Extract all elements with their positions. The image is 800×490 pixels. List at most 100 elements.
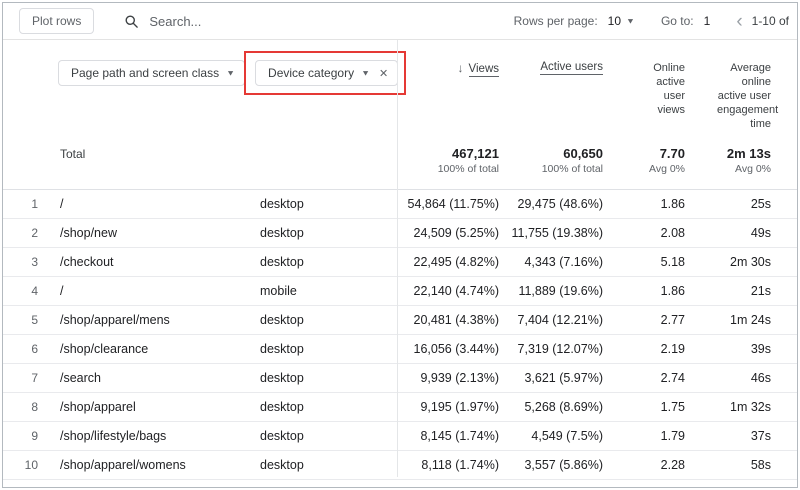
online-views-cell: 1.86 [660,197,685,211]
engagement-cell: 21s [750,284,771,298]
engagement-cell: 1m 32s [730,400,771,414]
row-number: 4 [31,284,38,298]
secondary-dimension-label: Device category [268,66,355,80]
device-category-cell: desktop [260,226,304,240]
engagement-cell: 39s [750,342,771,356]
online-views-cell: 5.18 [660,255,685,269]
column-header-views[interactable]: ↓ Views [397,40,503,77]
chevron-left-icon[interactable]: ‹ [736,12,742,31]
views-cell: 22,140 (4.74%) [413,284,499,298]
totals-label: Total [60,147,86,161]
device-category-cell: desktop [260,400,304,414]
page-path-cell: /shop/lifestyle/bags [60,429,167,443]
device-category-cell: mobile [260,284,297,298]
row-number: 10 [24,458,38,472]
row-number: 8 [31,400,38,414]
row-number: 3 [31,255,38,269]
device-category-cell: desktop [260,429,304,443]
dimension-selectors: Page path and screen class ▼ Device cate… [3,40,407,95]
online-views-cell: 1.79 [660,429,685,443]
row-number: 1 [31,197,38,211]
active-users-cell: 5,268 (8.69%) [524,400,603,414]
totals-engagement: 2m 13s [726,146,771,161]
rows-per-page-select[interactable]: 10 [608,14,621,28]
go-to-label: Go to: [660,14,694,28]
active-users-cell: 11,889 (19.6%) [518,284,603,298]
views-cell: 8,118 (1.74%) [421,458,499,472]
column-header-avg-engagement-time[interactable]: Average online active user engagement ti… [693,40,797,131]
totals-views: 467,121 [452,146,499,161]
totals-row: Total 467,121 100% of total 60,650 100% … [3,144,797,189]
totals-online-views-avg: Avg 0% [649,163,685,175]
online-views-cell: 2.19 [660,342,685,356]
online-views-cell: 2.08 [660,226,685,240]
row-number: 7 [31,371,38,385]
page-path-cell: /shop/clearance [60,342,149,356]
views-cell: 20,481 (4.38%) [413,313,499,327]
table-row: 5/shop/apparel/mens desktop 20,481 (4.38%)… [3,306,797,335]
views-cell: 16,056 (3.44%) [413,342,499,356]
active-users-cell: 4,343 (7.16%) [524,255,603,269]
active-users-cell: 3,557 (5.86%) [524,458,603,472]
table-row: 4 / mobile 22,140 (4.74%) 11,889 (19.6%) 1.86… [3,277,797,306]
engagement-cell: 25s [750,197,771,211]
page-path-cell: / [60,284,64,298]
totals-active-users-pct: 100% of total [541,163,603,175]
engagement-cell: 46s [750,371,771,385]
active-users-cell: 7,404 (12.21%) [517,313,603,327]
table-body: 1 / desktop 54,864 (11.75%) 29,475 (48.6%) 1.… [3,190,797,480]
device-category-cell: desktop [260,458,304,472]
page-path-cell: /shop/apparel/mens [60,313,170,327]
active-users-cell: 7,319 (12.07%) [517,342,603,356]
views-cell: 9,939 (2.13%) [420,371,499,385]
active-users-cell: 29,475 (48.6%) [517,197,603,211]
chevron-down-icon[interactable]: ▼ [626,17,635,26]
page-path-cell: /shop/new [60,226,117,240]
column-header-active-users[interactable]: Active users [503,40,607,75]
page-path-cell: /shop/apparel/womens [60,458,186,472]
column-divider [397,40,398,477]
search-input[interactable]: Search... [124,14,201,29]
sort-descending-icon: ↓ [457,61,464,75]
pagination-controls: Rows per page: 10 ▼ Go to: 1 ‹ 1-10 of [514,12,789,31]
plot-rows-button[interactable]: Plot rows [19,8,95,34]
online-views-cell: 2.74 [660,371,685,385]
chevron-down-icon: ▼ [361,68,370,78]
primary-dimension-dropdown[interactable]: Page path and screen class ▼ [58,60,246,86]
table-row: 10/shop/apparel/womens desktop 8,118 (1.74… [3,451,797,480]
row-number: 2 [31,226,38,240]
views-cell: 54,864 (11.75%) [407,197,500,211]
primary-dimension-label: Page path and screen class [71,66,220,80]
chevron-down-icon: ▼ [226,68,236,78]
table-header: Page path and screen class ▼ Device cate… [3,40,797,190]
engagement-cell: 49s [750,226,771,240]
search-icon [125,15,139,28]
table-row: 7/search desktop 9,939 (2.13%) 3,621 (5.97%… [3,364,797,393]
page-path-cell: /shop/apparel [60,400,136,414]
active-users-cell: 11,755 (19.38%) [511,226,604,240]
page-range-label: 1-10 of [751,14,789,28]
row-number: 5 [31,313,38,327]
remove-dimension-icon[interactable]: ✕ [379,67,388,80]
totals-online-views: 7.70 [659,146,685,161]
table-row: 9/shop/lifestyle/bags desktop 8,145 (1.74%… [3,422,797,451]
page-path-cell: / [60,197,64,211]
online-views-cell: 1.86 [660,284,685,298]
table-row: 2/shop/new desktop 24,509 (5.25%) 11,755 (1… [3,219,797,248]
search-placeholder: Search... [149,13,202,29]
engagement-cell: 37s [750,429,771,443]
go-to-input[interactable]: 1 [704,14,711,28]
online-views-cell: 2.77 [660,313,685,327]
active-users-cell: 4,549 (7.5%) [531,429,603,443]
row-number: 6 [31,342,38,356]
column-header-online-active-user-views[interactable]: Online active user views [607,40,693,117]
device-category-cell: desktop [260,197,304,211]
online-views-cell: 2.28 [660,458,685,472]
views-cell: 8,145 (1.74%) [420,429,499,443]
views-cell: 22,495 (4.82%) [413,255,499,269]
views-cell: 24,509 (5.25%) [413,226,499,240]
table-row: 3/checkout desktop 22,495 (4.82%) 4,343 (7.… [3,248,797,277]
table-toolbar: Plot rows Search... Rows per page: 10 ▼ … [3,3,797,40]
engagement-cell: 58s [750,458,771,472]
secondary-dimension-dropdown[interactable]: Device category ▼ ✕ [255,60,399,86]
